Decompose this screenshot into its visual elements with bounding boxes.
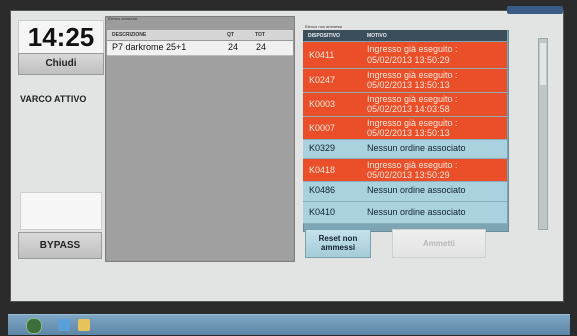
row-reason: Nessun ordine associato [367, 143, 466, 153]
admitted-header-tot: TOT [255, 32, 265, 38]
admitted-header-qt: QT [227, 32, 234, 38]
row-reason: Ingresso già eseguito : [367, 160, 458, 170]
start-orb-icon[interactable] [26, 318, 42, 334]
row-reason-date: 05/02/2013 13:50:13 [367, 128, 450, 138]
row-reason: Ingresso già eseguito : [367, 94, 458, 104]
not-admitted-header-dispositivo: DISPOSITIVO [308, 33, 340, 39]
not-admitted-row[interactable]: K0003 Ingresso già eseguito : 05/02/2013… [303, 93, 507, 117]
row-reason-date: 05/02/2013 14:03:58 [367, 104, 450, 114]
row-reason-date: 05/02/2013 13:50:29 [367, 170, 450, 180]
not-admitted-scrollbar[interactable] [538, 38, 548, 230]
clock: 14:25 [27, 22, 95, 52]
not-admitted-row[interactable]: K0411 Ingresso già eseguito : 05/02/2013… [303, 42, 507, 69]
reset-not-admitted-button[interactable]: Reset non ammessi [305, 229, 371, 258]
taskbar [8, 314, 570, 335]
reset-label-line2: ammessi [320, 243, 356, 252]
close-button[interactable]: Chiudi [18, 53, 104, 75]
admitted-table-header: DESCRIZIONE QT TOT [107, 30, 293, 41]
info-box [20, 192, 102, 230]
not-admitted-row[interactable]: K0418 Ingresso già eseguito : 05/02/2013… [303, 159, 507, 182]
clock-box: 14:25 [18, 20, 104, 54]
row-reason: Ingresso già eseguito : [367, 118, 458, 128]
row-reason-date: 05/02/2013 13:50:29 [367, 55, 450, 65]
not-admitted-row[interactable]: K0486 Nessun ordine associato [303, 182, 507, 202]
scrollbar-thumb[interactable] [540, 43, 546, 85]
admitted-caption: Elenco ammessi [108, 16, 138, 21]
not-admitted-row[interactable]: K0247 Ingresso già eseguito : 05/02/2013… [303, 69, 507, 93]
admitted-tot: 24 [256, 42, 267, 52]
row-reason: Ingresso già eseguito : [367, 44, 458, 54]
not-admitted-row[interactable]: K0410 Nessun ordine associato [303, 202, 507, 224]
not-admitted-row[interactable]: K0007 Ingresso già eseguito : 05/02/2013… [303, 117, 507, 140]
admitted-empty-area [107, 56, 293, 260]
not-admitted-row[interactable]: K0329 Nessun ordine associato [303, 140, 507, 159]
row-reason: Nessun ordine associato [367, 185, 466, 195]
row-reason: Ingresso già eseguito : [367, 70, 458, 80]
admitted-header-descrizione: DESCRIZIONE [112, 32, 147, 38]
admitted-descrizione: P7 darkrome 25+1 [112, 42, 187, 52]
row-code: K0329 [309, 143, 336, 153]
row-code: K0410 [309, 207, 336, 217]
folder-icon[interactable] [78, 319, 90, 331]
row-code: K0486 [309, 185, 336, 195]
internet-explorer-icon[interactable] [58, 319, 70, 331]
row-code: K0411 [309, 50, 335, 60]
not-admitted-header-motivo: MOTIVO [367, 33, 387, 39]
row-reason-date: 05/02/2013 13:50:13 [367, 80, 450, 90]
reset-label-line1: Reset non [318, 234, 358, 243]
admitted-qt: 24 [228, 42, 239, 52]
bypass-button[interactable]: BYPASS [18, 232, 102, 259]
row-code: K0007 [309, 123, 336, 133]
gate-status: VARCO ATTIVO [20, 94, 87, 104]
not-admitted-table-header: DISPOSITIVO MOTIVO [303, 30, 507, 41]
row-code: K0003 [309, 99, 336, 109]
row-code: K0418 [309, 165, 336, 175]
row-reason: Nessun ordine associato [367, 207, 466, 217]
admit-button[interactable]: Ammetti [392, 229, 486, 258]
window-title-bar [507, 6, 563, 14]
not-admitted-caption: Elenco non ammessi [305, 24, 343, 29]
row-code: K0247 [309, 75, 336, 85]
admitted-row[interactable]: P7 darkrome 25+1 24 24 [107, 41, 293, 56]
